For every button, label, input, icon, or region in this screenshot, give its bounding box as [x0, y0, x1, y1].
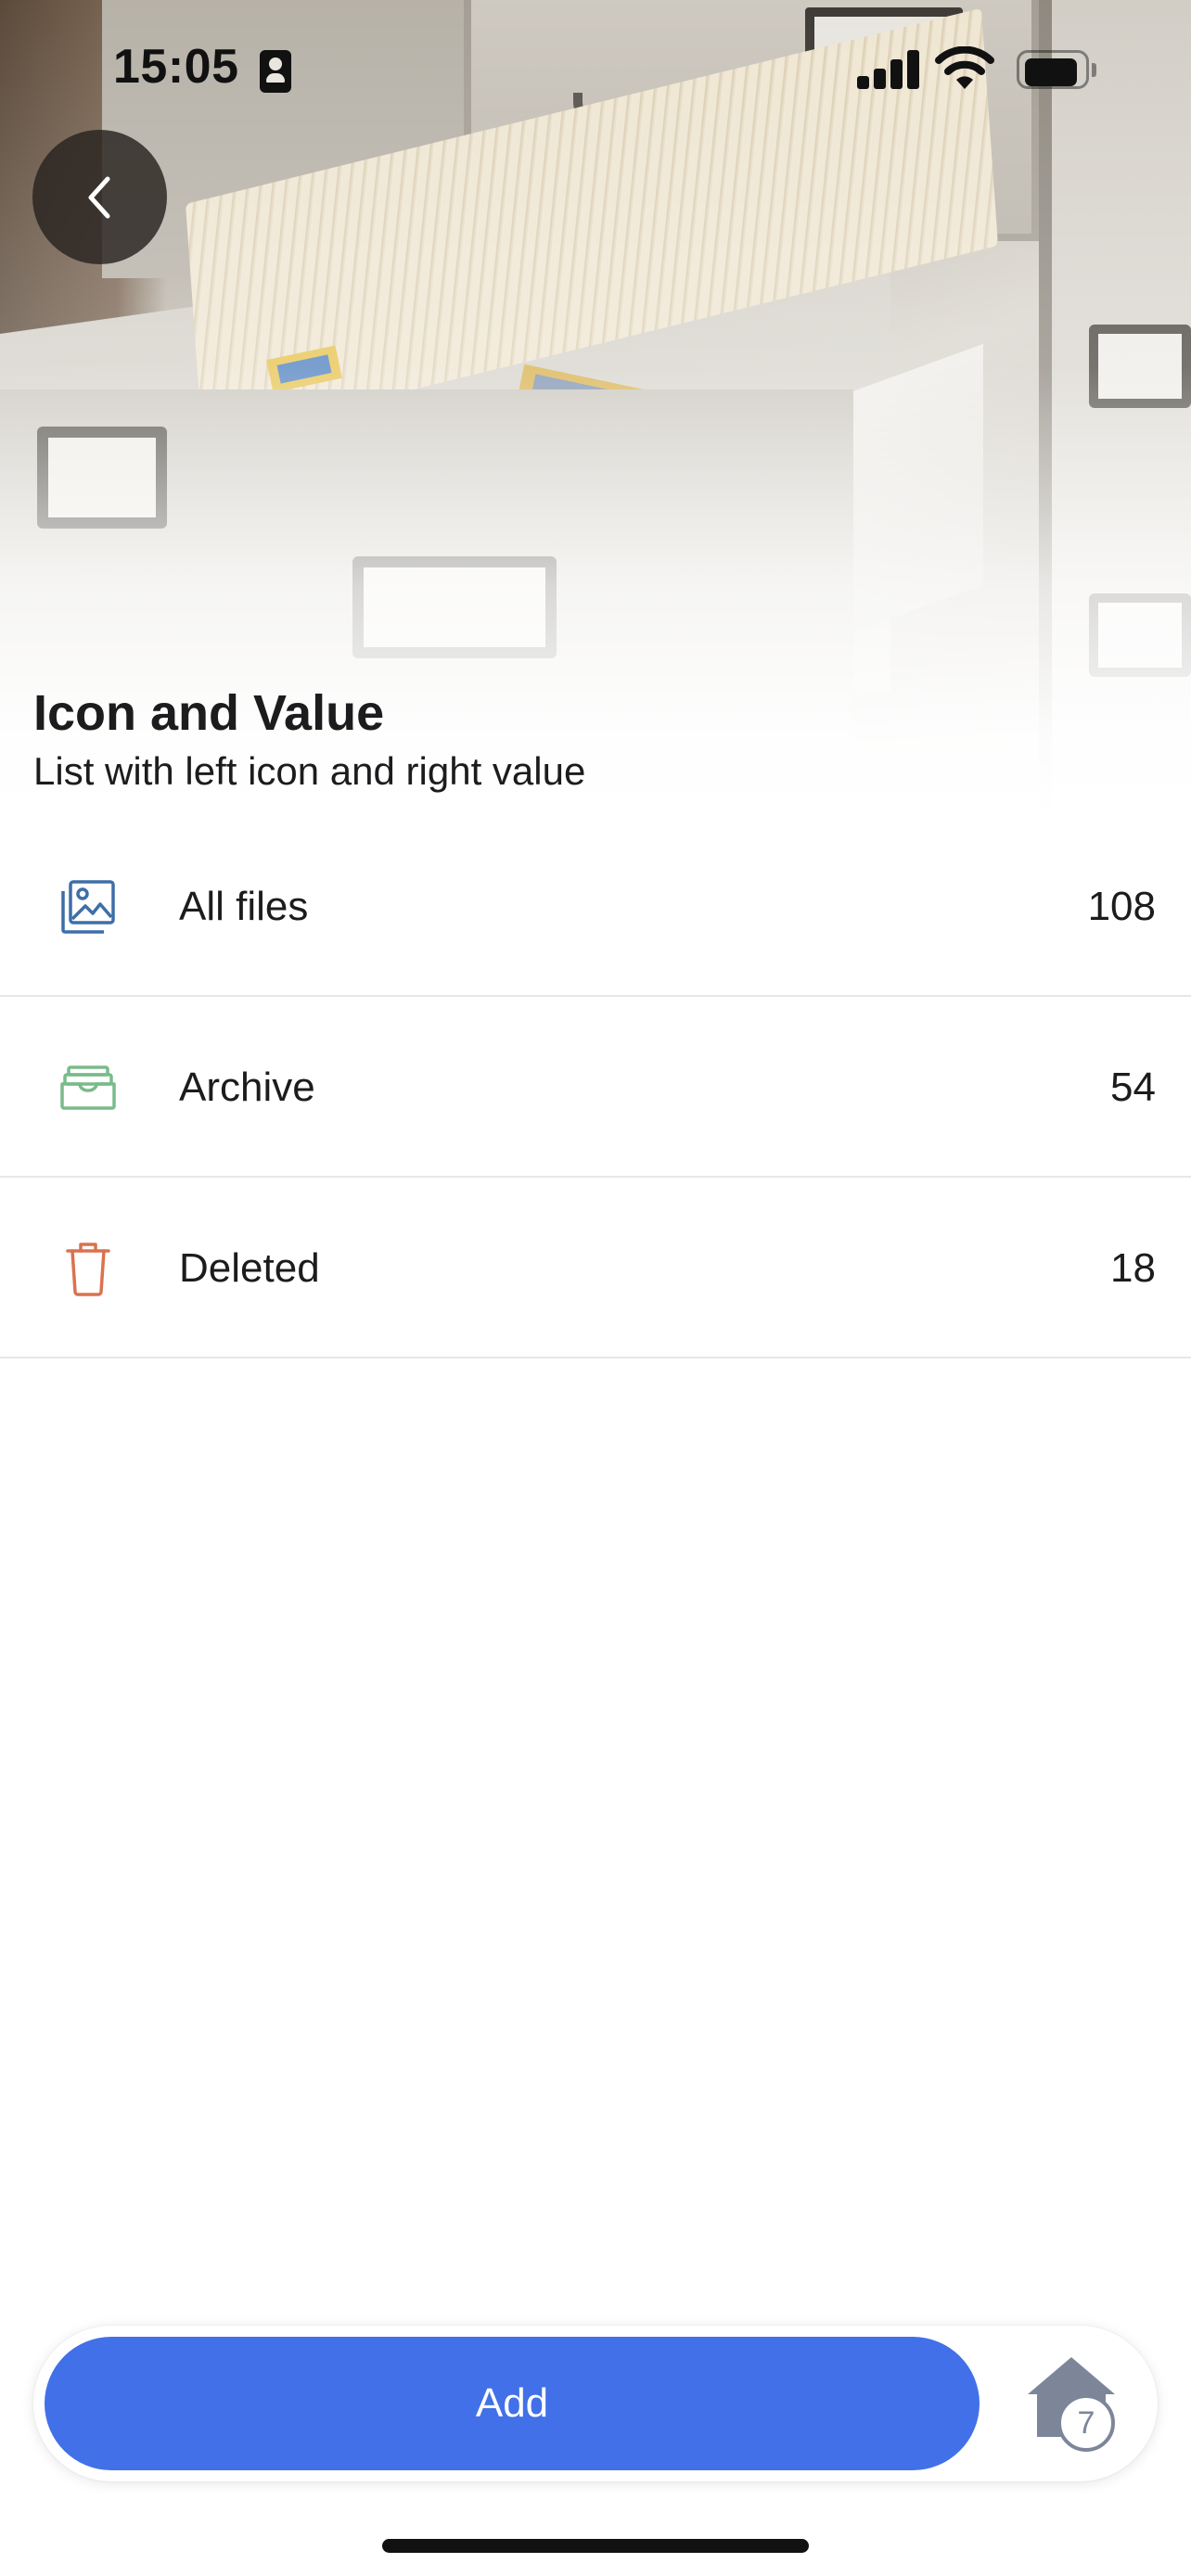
back-button[interactable] [32, 130, 167, 264]
home-indicator [382, 2539, 809, 2553]
list-item-value: 18 [1110, 1245, 1156, 1291]
add-button[interactable]: Add [45, 2337, 980, 2470]
page-title: Icon and Value [33, 685, 385, 741]
signal-icon [857, 48, 920, 89]
list-item-label: All files [179, 884, 309, 929]
page-subtitle: List with left icon and right value [33, 749, 586, 793]
list-item-value: 54 [1110, 1065, 1156, 1110]
bottom-action-bar: Add 7 [33, 2326, 1158, 2481]
list-item-label: Archive [179, 1065, 315, 1110]
home-badge: 7 [1057, 2394, 1115, 2452]
list-item-value: 108 [1087, 884, 1156, 929]
list-item-deleted[interactable]: Deleted 18 [0, 1178, 1191, 1358]
archive-tray-icon [58, 1058, 119, 1117]
status-time: 15:05 [113, 40, 239, 94]
file-list: All files 108 Archive 54 Deleted 18 [0, 816, 1191, 1358]
wifi-icon [935, 46, 994, 89]
screen: 15:05 Icon and Value List with left icon… [0, 0, 1191, 2576]
portrait-icon [260, 50, 291, 93]
image-gallery-icon [58, 877, 119, 937]
list-item-label: Deleted [179, 1245, 320, 1291]
list-item-archive[interactable]: Archive 54 [0, 997, 1191, 1178]
status-bar: 15:05 [0, 0, 1191, 139]
battery-icon [1017, 50, 1096, 91]
chevron-left-icon [88, 176, 109, 218]
list-item-all-files[interactable]: All files 108 [0, 816, 1191, 997]
trash-icon [58, 1239, 119, 1298]
